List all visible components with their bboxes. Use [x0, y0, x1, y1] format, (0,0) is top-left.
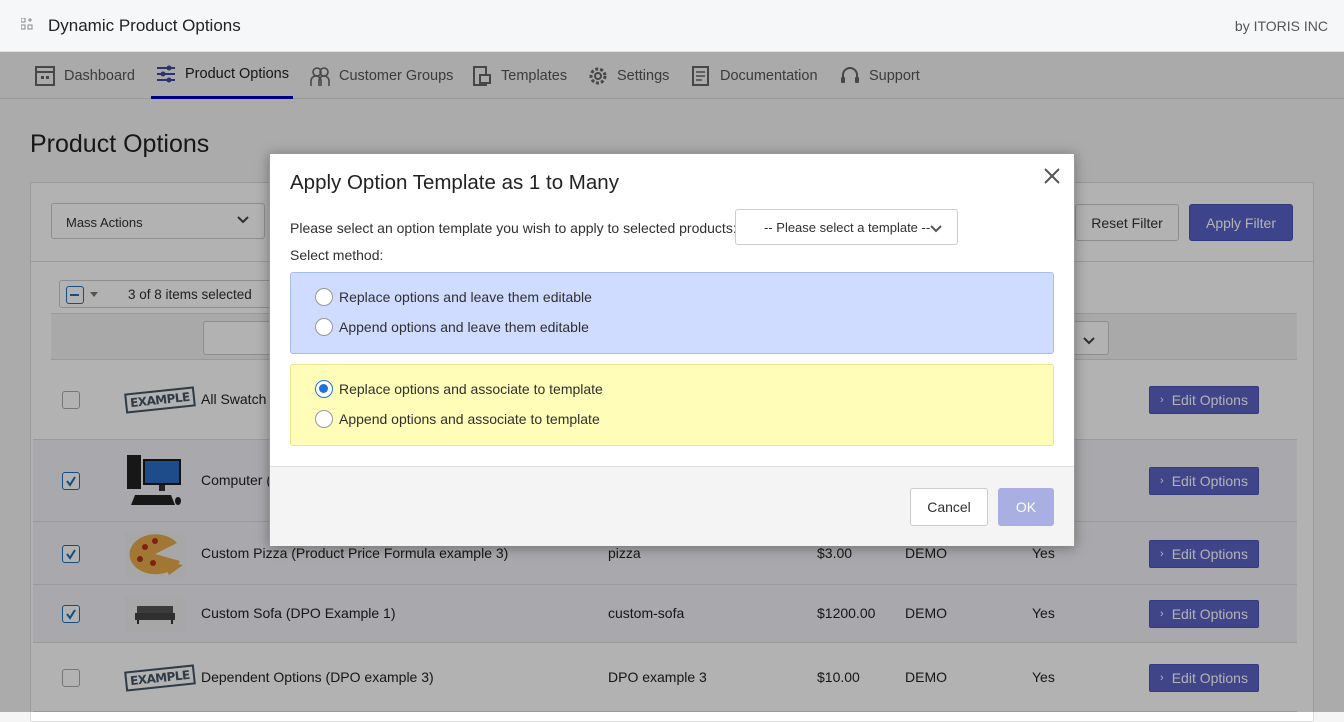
associate-methods-group: Replace options and associate to templat…: [290, 364, 1054, 446]
radio-button[interactable]: [315, 288, 333, 306]
template-select-value: -- Please select a template --: [764, 220, 931, 235]
option-label: Replace options and leave them editable: [339, 289, 592, 305]
apply-template-dialog: Apply Option Template as 1 to Many Pleas…: [269, 153, 1075, 546]
radio-button-selected[interactable]: [315, 380, 333, 398]
cancel-button[interactable]: Cancel: [910, 488, 988, 526]
method-replace-associate[interactable]: Replace options and associate to templat…: [315, 380, 603, 398]
radio-button[interactable]: [315, 318, 333, 336]
close-icon[interactable]: [1042, 166, 1062, 186]
method-append-editable[interactable]: Append options and leave them editable: [315, 318, 589, 336]
vendor-label: by ITORIS INC: [1234, 18, 1328, 34]
option-label: Append options and leave them editable: [339, 319, 589, 335]
radio-button[interactable]: [315, 410, 333, 428]
app-title: Dynamic Product Options: [48, 16, 241, 35]
dialog-footer: Cancel OK: [270, 466, 1074, 546]
ok-button[interactable]: OK: [998, 488, 1054, 526]
dialog-title: Apply Option Template as 1 to Many: [290, 171, 619, 194]
template-select[interactable]: -- Please select a template --: [735, 209, 958, 245]
method-append-associate[interactable]: Append options and associate to template: [315, 410, 600, 428]
app-header: Dynamic Product Options by ITORIS INC: [0, 0, 1344, 52]
method-replace-editable[interactable]: Replace options and leave them editable: [315, 288, 592, 306]
app-grid-icon: [21, 18, 33, 30]
method-label: Select method:: [290, 247, 384, 263]
option-label: Append options and associate to template: [339, 411, 600, 427]
template-prompt: Please select an option template you wis…: [290, 220, 737, 236]
editable-methods-group: Replace options and leave them editable …: [290, 272, 1054, 354]
chevron-down-icon: [930, 225, 942, 233]
option-label: Replace options and associate to templat…: [339, 381, 603, 397]
